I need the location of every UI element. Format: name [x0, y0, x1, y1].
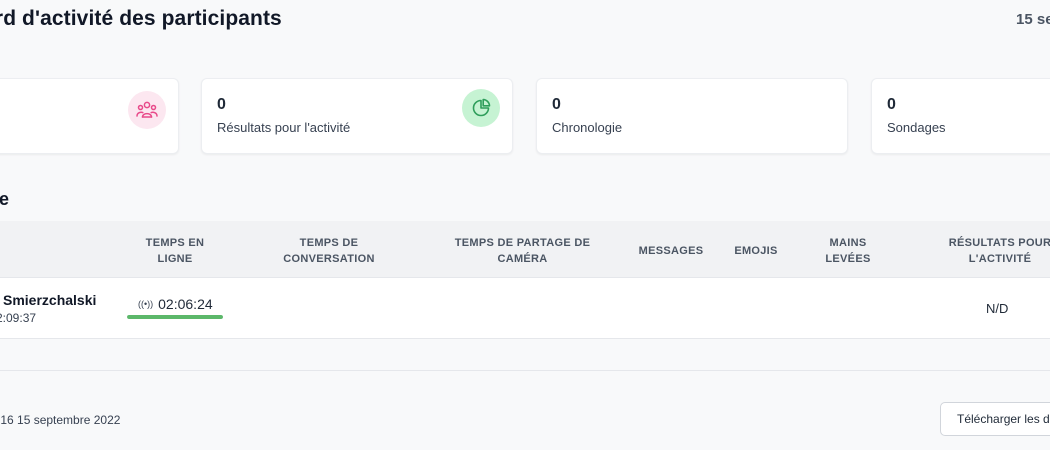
participants-icon	[128, 91, 166, 129]
activity-results-label: Résultats pour l'activité	[217, 120, 351, 135]
page-title: ord d'activité des participants	[0, 7, 282, 30]
stat-card-timeline: 0 Chronologie	[536, 78, 848, 154]
col-activity-results[interactable]: RÉSULTATS POUR L'ACTIVITÉ	[935, 235, 1050, 267]
table-header: TEMPS EN LIGNE TEMPS DE CONVERSATION TEM…	[0, 221, 1050, 278]
online-time-progress	[127, 315, 223, 319]
polls-count: 0	[887, 96, 896, 113]
col-messages[interactable]: MESSAGES	[630, 243, 712, 259]
activity-results-value: N/D	[986, 301, 1009, 316]
section-title: le	[0, 189, 10, 209]
table-row[interactable]: Smierzchalski 2:09:37 ((•)) 02:06:24 N/D	[0, 278, 1050, 339]
pie-chart-icon	[462, 89, 500, 127]
report-generated-date: :16 15 septembre 2022	[0, 413, 121, 427]
stat-card-activity-results: 0 Résultats pour l'activité	[201, 78, 513, 154]
timeline-label: Chronologie	[552, 120, 623, 135]
col-online-time[interactable]: TEMPS EN LIGNE	[135, 235, 215, 267]
download-button[interactable]: Télécharger les d	[940, 402, 1050, 436]
online-time-value: 02:06:24	[158, 296, 213, 312]
stat-card-polls: 0 Sondages	[871, 78, 1050, 154]
divider	[0, 370, 1050, 371]
polls-label: Sondages	[887, 120, 946, 135]
timeline-count: 0	[552, 96, 561, 113]
participant-join-time: 2:09:37	[0, 311, 37, 325]
col-emojis[interactable]: EMOJIS	[724, 243, 788, 259]
col-camera-time[interactable]: TEMPS DE PARTAGE DE CAMÉRA	[440, 235, 605, 267]
online-time-progress-fill	[127, 315, 223, 319]
col-raised-hands[interactable]: MAINS LEVÉES	[808, 235, 888, 267]
stat-card-participants	[0, 78, 179, 154]
activity-results-count: 0	[217, 96, 226, 113]
online-time: ((•)) 02:06:24	[138, 296, 213, 312]
col-conversation-time[interactable]: TEMPS DE CONVERSATION	[269, 235, 389, 267]
participant-name: Smierzchalski	[3, 292, 97, 308]
broadcast-icon: ((•))	[138, 299, 154, 309]
session-date: 15 se	[1016, 11, 1050, 28]
